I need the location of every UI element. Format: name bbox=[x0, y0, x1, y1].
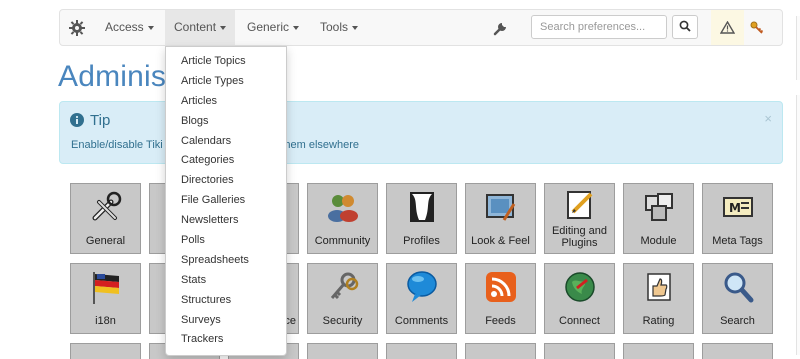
menu-item-file-galleries[interactable]: File Galleries bbox=[166, 191, 286, 211]
menu-content[interactable]: Content bbox=[165, 10, 236, 45]
thumbs-icon bbox=[646, 273, 671, 301]
tile-connect[interactable]: Connect bbox=[544, 263, 615, 334]
menu-item-structures[interactable]: Structures bbox=[166, 291, 286, 311]
side-panel-edge bbox=[796, 95, 800, 355]
tile-meta-tags[interactable]: M Meta Tags bbox=[702, 183, 773, 254]
key-icon[interactable] bbox=[748, 19, 766, 37]
tile-label: Feeds bbox=[485, 315, 516, 327]
caret-down-icon bbox=[147, 25, 154, 30]
menu-item-surveys[interactable]: Surveys bbox=[166, 311, 286, 331]
look-feel-icon bbox=[485, 194, 515, 221]
menu-item-articles[interactable]: Articles bbox=[166, 92, 286, 112]
tile-feeds[interactable]: Feeds bbox=[465, 263, 536, 334]
tile-module[interactable]: Module bbox=[623, 183, 694, 254]
menu-item-polls[interactable]: Polls bbox=[166, 231, 286, 251]
edit-icon bbox=[566, 191, 592, 219]
tile-row3-5[interactable] bbox=[386, 343, 457, 359]
menu-item-categories[interactable]: Categories bbox=[166, 151, 286, 171]
keys-icon bbox=[330, 272, 358, 300]
tile-row3-1[interactable] bbox=[70, 343, 141, 359]
tile-row3-9[interactable] bbox=[702, 343, 773, 359]
info-icon bbox=[70, 113, 84, 127]
people-icon bbox=[327, 195, 358, 222]
menu-access[interactable]: Access bbox=[105, 10, 154, 45]
tile-i18n[interactable]: i18n bbox=[70, 263, 141, 334]
module-icon bbox=[644, 193, 673, 221]
warning-icon bbox=[720, 21, 735, 34]
search-input[interactable] bbox=[531, 15, 667, 39]
side-panel-edge bbox=[796, 16, 800, 80]
profiles-icon bbox=[409, 192, 434, 222]
metatags-icon: M bbox=[722, 197, 753, 217]
tile-look-feel[interactable]: Look & Feel bbox=[465, 183, 536, 254]
caret-down-icon bbox=[352, 25, 359, 30]
menu-item-directories[interactable]: Directories bbox=[166, 171, 286, 191]
tile-label: Module bbox=[640, 235, 677, 247]
wrench-icon[interactable] bbox=[492, 19, 510, 37]
menu-item-article-topics[interactable]: Article Topics bbox=[166, 52, 286, 72]
menu-item-spreadsheets[interactable]: Spreadsheets bbox=[166, 251, 286, 271]
gear-icon[interactable] bbox=[68, 19, 86, 37]
tile-label: Comments bbox=[394, 315, 449, 327]
search-button[interactable] bbox=[672, 15, 698, 39]
menu-item-article-types[interactable]: Article Types bbox=[166, 72, 286, 92]
tile-row3-6[interactable] bbox=[465, 343, 536, 359]
tile-label: Meta Tags bbox=[712, 235, 763, 247]
tile-community[interactable]: Community bbox=[307, 183, 378, 254]
rss-icon bbox=[485, 272, 516, 302]
menu-item-trackers[interactable]: Trackers bbox=[166, 330, 286, 350]
menu-item-blogs[interactable]: Blogs bbox=[166, 112, 286, 132]
tile-label: Rating bbox=[642, 315, 675, 327]
menu-item-calendars[interactable]: Calendars bbox=[166, 132, 286, 152]
menu-tools[interactable]: Tools bbox=[320, 10, 359, 45]
top-navbar: Access Content Generic Tools bbox=[59, 9, 783, 46]
tile-search[interactable]: Search bbox=[702, 263, 773, 334]
tile-general[interactable]: General bbox=[70, 183, 141, 254]
tile-label: Search bbox=[720, 315, 755, 327]
menu-item-stats[interactable]: Stats bbox=[166, 271, 286, 291]
tile-row3-7[interactable] bbox=[544, 343, 615, 359]
connect-icon bbox=[564, 272, 595, 302]
tile-label: Profiles bbox=[403, 235, 440, 247]
tile-editing-plugins[interactable]: Editing and Plugins bbox=[544, 183, 615, 254]
tile-label: Security bbox=[322, 315, 363, 327]
tile-profiles[interactable]: Profiles bbox=[386, 183, 457, 254]
search-icon bbox=[679, 20, 691, 32]
flag-icon bbox=[92, 272, 119, 304]
tile-security[interactable]: Security bbox=[307, 263, 378, 334]
tile-rating[interactable]: Rating bbox=[623, 263, 694, 334]
tip-title: Tip bbox=[90, 112, 111, 129]
tile-label: Connect bbox=[559, 315, 600, 327]
tile-label: Community bbox=[314, 235, 371, 247]
caret-down-icon bbox=[293, 25, 300, 30]
tile-row3-8[interactable] bbox=[623, 343, 694, 359]
tile-label: i18n bbox=[95, 315, 116, 327]
tile-comments[interactable]: Comments bbox=[386, 263, 457, 334]
menu-generic[interactable]: Generic bbox=[247, 10, 300, 45]
comment-icon bbox=[406, 271, 437, 302]
warning-button[interactable] bbox=[711, 10, 744, 45]
tile-row3-4[interactable] bbox=[307, 343, 378, 359]
magnifier-icon bbox=[724, 272, 753, 303]
tip-close-button[interactable]: × bbox=[764, 111, 772, 126]
svg-text:M: M bbox=[729, 201, 741, 215]
tools-icon bbox=[92, 191, 121, 221]
content-dropdown-menu: Article Topics Article Types Articles Bl… bbox=[165, 46, 287, 356]
tile-label: Look & Feel bbox=[471, 235, 530, 247]
tile-label: General bbox=[85, 235, 126, 247]
caret-down-icon bbox=[220, 25, 227, 30]
tile-label: Editing and Plugins bbox=[551, 225, 608, 249]
menu-item-newsletters[interactable]: Newsletters bbox=[166, 211, 286, 231]
